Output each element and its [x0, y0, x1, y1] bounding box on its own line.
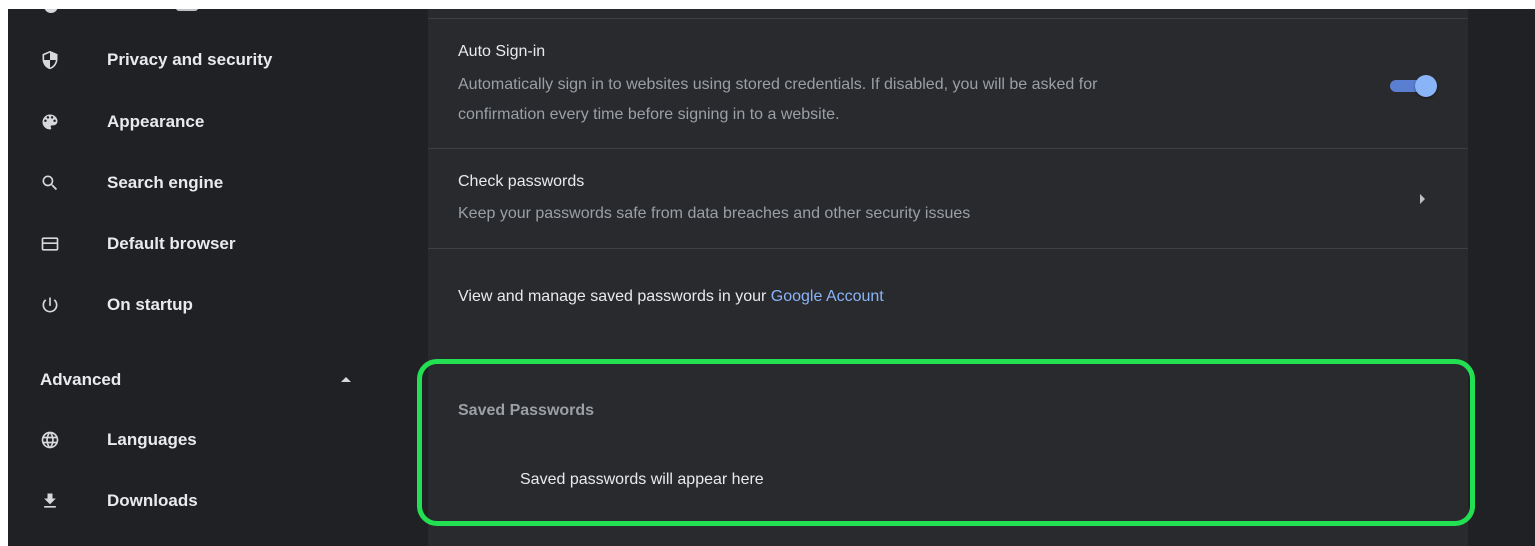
- sidebar-item-appearance[interactable]: Appearance: [8, 99, 428, 145]
- manage-passwords-text: View and manage saved passwords in your …: [458, 288, 884, 306]
- sidebar-advanced-toggle[interactable]: Advanced: [8, 361, 368, 399]
- sidebar-item-privacy-and-security[interactable]: Privacy and security: [8, 37, 428, 83]
- divider: [428, 248, 1468, 249]
- browser-window-icon: [40, 234, 60, 254]
- palette-icon: [40, 112, 60, 132]
- sidebar-item-label: Privacy and security: [107, 50, 273, 69]
- check-passwords-description: Keep your passwords safe from data breac…: [458, 205, 971, 222]
- sidebar-item-default-browser[interactable]: Default browser: [8, 221, 428, 267]
- sidebar-item-downloads[interactable]: Downloads: [8, 478, 428, 524]
- power-icon: [40, 295, 60, 315]
- shield-icon: [40, 50, 60, 70]
- sidebar-item-on-startup[interactable]: On startup: [8, 282, 428, 328]
- chevron-right-icon: [1420, 194, 1425, 204]
- globe-icon: [40, 430, 60, 450]
- sidebar-item-label: Default browser: [107, 234, 236, 253]
- passwords-settings-card: Auto Sign-in Automatically sign in to we…: [428, 9, 1468, 546]
- settings-window: Privacy and security Appearance Search e…: [8, 9, 1535, 546]
- sidebar-item-search-engine[interactable]: Search engine: [8, 160, 428, 206]
- toggle-knob: [1415, 75, 1437, 97]
- saved-passwords-empty-message: Saved passwords will appear here: [520, 471, 764, 488]
- auto-signin-description-line2: confirmation every time before signing i…: [458, 106, 840, 123]
- sidebar-item-label: Search engine: [107, 173, 224, 192]
- auto-signin-title: Auto Sign-in: [458, 43, 546, 60]
- sidebar-item-label: On startup: [107, 295, 193, 314]
- sidebar-item-languages[interactable]: Languages: [8, 417, 428, 463]
- saved-passwords-heading: Saved Passwords: [458, 402, 595, 419]
- chevron-up-icon: [341, 377, 351, 382]
- sidebar-advanced-label: Advanced: [40, 370, 122, 389]
- check-passwords-row[interactable]: Check passwords Keep your passwords safe…: [428, 149, 1468, 248]
- google-account-link[interactable]: Google Account: [771, 288, 884, 305]
- sidebar-item-label: Appearance: [107, 112, 205, 131]
- sidebar-item-label: Languages: [107, 430, 197, 449]
- manage-passwords-prefix: View and manage saved passwords in your: [458, 288, 771, 305]
- search-icon: [40, 173, 60, 193]
- cut-off-icon: [44, 9, 58, 13]
- sidebar: Privacy and security Appearance Search e…: [8, 9, 428, 546]
- auto-signin-toggle[interactable]: [1390, 75, 1437, 97]
- divider: [428, 18, 1468, 19]
- check-passwords-title: Check passwords: [458, 173, 585, 190]
- sidebar-item-label: Downloads: [107, 491, 198, 510]
- download-icon: [40, 491, 60, 511]
- cut-off-label: [176, 9, 198, 11]
- auto-signin-description-line1: Automatically sign in to websites using …: [458, 76, 1098, 93]
